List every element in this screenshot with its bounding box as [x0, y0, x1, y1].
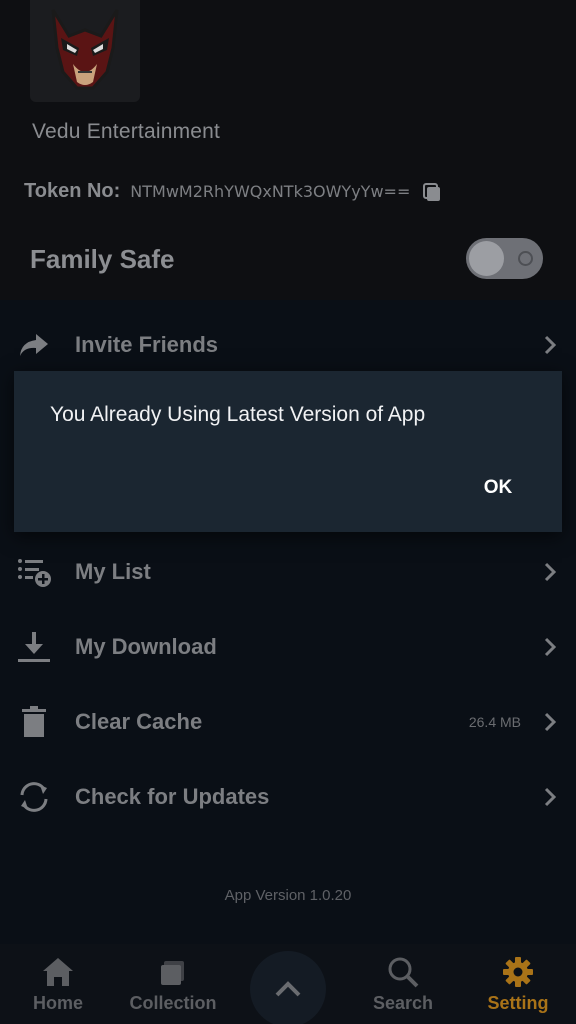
home-icon [41, 955, 75, 989]
chevron-right-icon [544, 335, 557, 355]
update-dialog: You Already Using Latest Version of App … [14, 371, 562, 532]
share-arrow-icon [15, 326, 53, 364]
menu-item-my-download[interactable]: My Download [0, 612, 576, 682]
nav-label: Collection [129, 993, 217, 1013]
menu-label: Clear Cache [75, 709, 203, 734]
family-safe-toggle[interactable] [466, 238, 543, 279]
token-row: Token No: NTMwM2RhYWQxNTk3OWYyYw== [24, 180, 442, 203]
nav-label: Setting [487, 993, 549, 1013]
chevron-right-icon [544, 787, 557, 807]
cache-size: 26.4 MB [468, 714, 521, 730]
ok-button[interactable]: OK [470, 471, 526, 505]
profile-section: Vedu Entertainment Token No: NTMwM2RhYWQ… [0, 0, 576, 300]
menu-label: My Download [75, 634, 217, 659]
playlist-add-icon [15, 553, 53, 591]
chevron-right-icon [544, 712, 557, 732]
chevron-up-icon [275, 981, 301, 997]
family-safe-label: Family Safe [30, 244, 175, 274]
download-icon [15, 628, 53, 666]
nav-home[interactable]: Home [22, 944, 94, 1024]
app-logo [30, 0, 140, 102]
toggle-knob [469, 241, 504, 276]
menu-item-check-updates[interactable]: Check for Updates [0, 762, 576, 832]
collection-icon [156, 955, 190, 989]
scroll-up-button[interactable] [250, 951, 326, 1024]
company-name: Vedu Entertainment [32, 120, 221, 143]
trash-icon [15, 703, 53, 741]
app-version: App Version 1.0.20 [224, 887, 352, 904]
menu-label: Invite Friends [75, 332, 219, 357]
menu-label: My List [75, 559, 151, 584]
menu-label: Check for Updates [75, 784, 270, 809]
token-label: Token No: [24, 180, 121, 202]
nav-search[interactable]: Search [364, 944, 442, 1024]
nav-label: Home [32, 993, 83, 1013]
wolverine-mask-icon [51, 9, 119, 90]
dialog-message: You Already Using Latest Version of App [50, 403, 426, 426]
token-value: NTMwM2RhYWQxNTk3OWYyYw== [130, 182, 411, 201]
copy-icon[interactable] [422, 182, 442, 202]
menu-item-my-list[interactable]: My List [0, 537, 576, 607]
menu-item-invite-friends[interactable]: Invite Friends [0, 310, 576, 380]
toggle-off-indicator [518, 251, 533, 266]
chevron-right-icon [544, 637, 557, 657]
menu-item-clear-cache[interactable]: Clear Cache 26.4 MB [0, 687, 576, 757]
gear-icon [501, 955, 535, 989]
nav-collection[interactable]: Collection [124, 944, 222, 1024]
refresh-icon [15, 778, 53, 816]
search-icon [386, 955, 420, 989]
chevron-right-icon [544, 562, 557, 582]
nav-label: Search [372, 993, 434, 1013]
nav-setting[interactable]: Setting [478, 944, 558, 1024]
